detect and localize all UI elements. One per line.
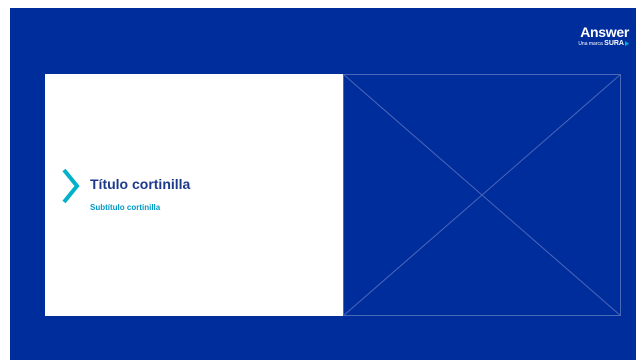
logo-name: Answer [580,24,629,40]
brand-arrow-icon [625,41,629,47]
logo-tagline-prefix: Una marca [578,41,603,47]
title-card: Título cortinilla Subtítulo cortinilla [45,74,343,316]
page-title: Título cortinilla [90,176,191,192]
image-placeholder-icon [343,74,621,316]
page-subtitle: Subtítulo cortinilla [90,203,161,212]
chevron-right-icon [62,168,80,204]
answer-logo: Answer Una marca SURA [578,25,629,48]
logo-tagline: Una marca SURA [578,40,629,48]
logo-tagline-brand: SURA [604,40,624,47]
image-placeholder [343,74,621,316]
slide: Answer Una marca SURA Título cortinilla … [10,8,636,360]
